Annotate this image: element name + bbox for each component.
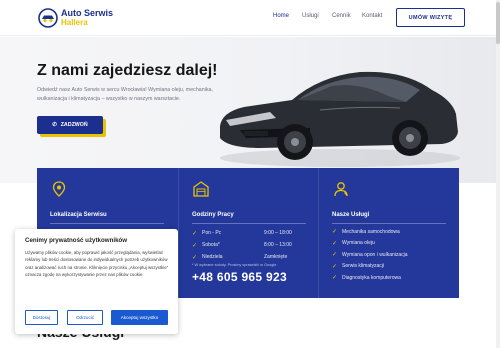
check-icon: ✓ — [192, 230, 198, 237]
nav-item-home[interactable]: Home — [273, 13, 289, 19]
hours-day: Pon - Pc — [202, 230, 222, 236]
divider — [332, 223, 446, 224]
hours-row: ✓ Pon - Pc 9:00 – 18:00 — [192, 227, 312, 239]
hours-time: 9:00 – 18:00 — [264, 230, 292, 236]
hours-day: Sobota* — [202, 242, 220, 248]
brand-logo[interactable]: Auto Serwis Hallera — [38, 8, 113, 28]
hours-row: ✓ Sobota* 8:00 – 13:00 — [192, 239, 312, 251]
hours-row: ✓ Niedziela Zamknięte — [192, 251, 312, 263]
check-icon: ✓ — [332, 252, 338, 259]
check-icon: ✓ — [332, 275, 338, 282]
scrollbar-thumb[interactable] — [496, 2, 500, 44]
call-button[interactable]: ✆ ZADZWOŃ — [37, 116, 103, 134]
hours-column: Godziny Pracy ✓ Pon - Pc 9:00 – 18:00 ✓ … — [178, 168, 318, 298]
customize-button[interactable]: Dostosuj — [25, 310, 58, 325]
service-label: Wymiana opon i wulkanizacja — [342, 251, 408, 258]
service-label: Wymiana oleju — [342, 240, 375, 247]
reject-button[interactable]: Odrzucić — [67, 310, 103, 325]
service-label: Serwis klimatyzacji — [342, 263, 384, 270]
nav-item-cennik[interactable]: Cennik — [332, 13, 351, 19]
divider — [50, 223, 164, 224]
check-icon: ✓ — [192, 254, 198, 261]
service-item: ✓ Diagnostyka komputerowa — [332, 272, 408, 284]
accept-all-button[interactable]: Akceptuj wszystko — [111, 310, 168, 325]
brand-name-line1: Auto Serwis — [61, 8, 114, 18]
call-button-label: ZADZWOŃ — [60, 122, 88, 128]
nav-item-kontakt[interactable]: Kontakt — [362, 13, 382, 19]
mechanic-icon — [332, 180, 350, 198]
check-icon: ✓ — [332, 263, 338, 270]
check-icon: ✓ — [192, 242, 198, 249]
cookie-text: Używamy plików cookie, aby poprawić jako… — [25, 250, 169, 278]
service-item: ✓ Wymiana oleju — [332, 238, 408, 250]
service-item: ✓ Mechanika samochodowa — [332, 226, 408, 238]
hero-description: Odwiedź nasz Auto Serwis w sercu Wrocław… — [37, 87, 213, 102]
hero-title: Z nami zajedziesz dalej! — [37, 62, 218, 79]
services-title: Nasze Usługi — [332, 212, 370, 218]
service-item: ✓ Wymiana opon i wulkanizacja — [332, 249, 408, 261]
brand-name-line2: Hallera — [61, 18, 88, 27]
site-header: Auto Serwis Hallera Home Usługi Cennik K… — [0, 0, 500, 36]
car-logo-icon — [38, 8, 58, 28]
garage-icon — [192, 180, 210, 198]
car-image — [200, 46, 465, 176]
hours-time: 8:00 – 13:00 — [264, 242, 292, 248]
hours-list: ✓ Pon - Pc 9:00 – 18:00 ✓ Sobota* 8:00 –… — [192, 227, 312, 263]
check-icon: ✓ — [332, 229, 338, 236]
phone-icon: ✆ — [52, 122, 57, 128]
book-visit-button[interactable]: UMÓW WIZYTĘ — [396, 8, 465, 27]
services-column: Nasze Usługi ✓ Mechanika samochodowa ✓ Wym… — [318, 168, 459, 298]
hours-note: * W wybrane soboty. Prosimy sprawdzić w … — [192, 263, 278, 267]
service-label: Diagnostyka komputerowa — [342, 274, 401, 281]
cookie-title: Cenimy prywatność użytkowników — [25, 237, 128, 244]
hours-title: Godziny Pracy — [192, 212, 234, 218]
service-item: ✓ Serwis klimatyzacji — [332, 261, 408, 273]
location-title: Lokalizacja Serwisu — [50, 212, 107, 218]
hours-time: Zamknięte — [264, 254, 288, 260]
services-list: ✓ Mechanika samochodowa ✓ Wymiana oleju ✓ W… — [332, 226, 408, 284]
check-icon: ✓ — [332, 240, 338, 247]
divider — [192, 223, 306, 224]
location-pin-icon — [50, 180, 68, 198]
nav-item-uslugi[interactable]: Usługi — [302, 13, 319, 19]
cookie-consent-dialog: Cenimy prywatność użytkowników Używamy p… — [15, 229, 178, 334]
service-label: Mechanika samochodowa — [342, 228, 400, 235]
phone-number[interactable]: +48 605 965 923 — [192, 270, 287, 284]
page-scrollbar[interactable] — [496, 0, 500, 348]
hours-day: Niedziela — [202, 254, 223, 260]
